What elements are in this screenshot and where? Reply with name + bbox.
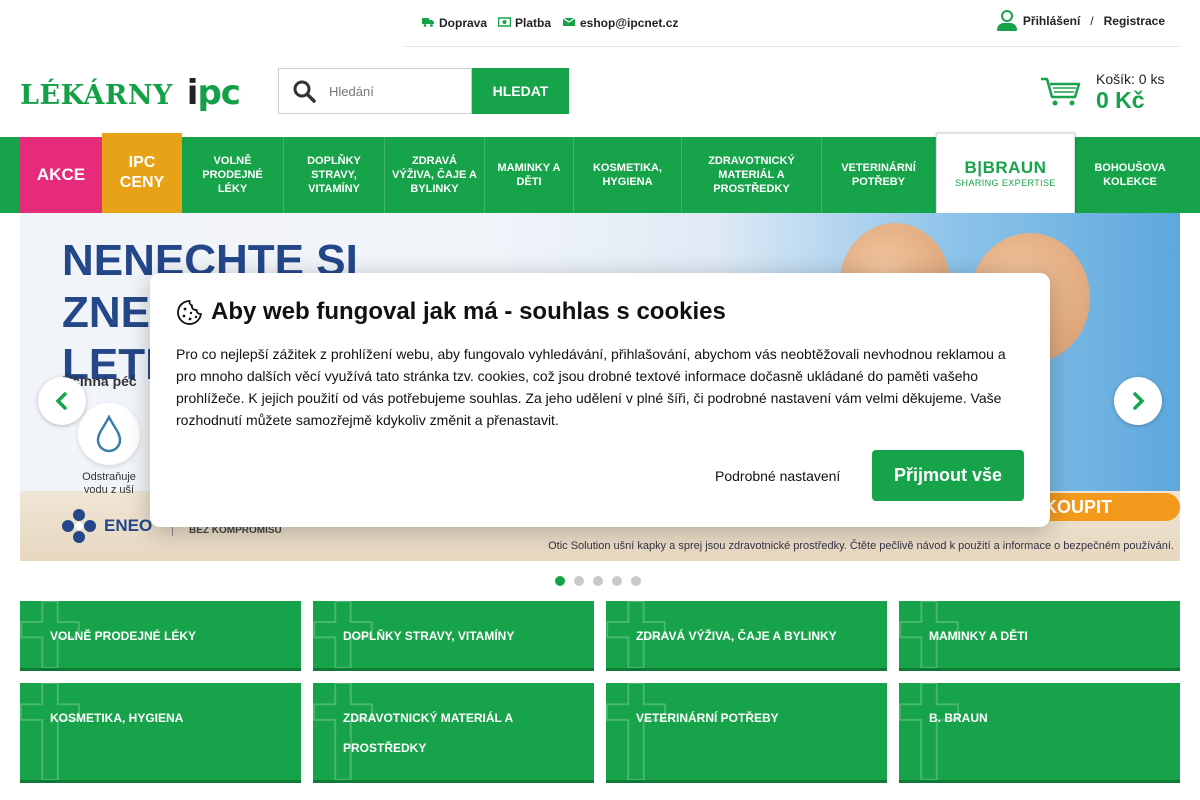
payment-link[interactable]: Platba xyxy=(497,16,552,30)
email-link[interactable]: eshop@ipcnet.cz xyxy=(562,16,679,30)
nav-item-bohousova[interactable]: BOHOUŠOVA KOLEKCE xyxy=(1075,137,1185,213)
logo-text: LÉKÁRNY xyxy=(20,80,173,111)
chevron-left-icon xyxy=(55,392,67,410)
category-tile-volne[interactable]: VOLNĚ PRODEJNÉ LÉKY xyxy=(20,601,301,671)
nav-item-kosmetika[interactable]: KOSMETIKA, HYGIENA xyxy=(574,137,682,213)
slider-dot[interactable] xyxy=(631,576,641,586)
top-links-bar: Doprava Platba eshop@ipcnet.cz Přihlášen… xyxy=(405,0,1180,47)
chevron-right-icon xyxy=(1133,392,1145,410)
banner-disclaimer: Otic Solution ušní kapky a sprej jsou zd… xyxy=(548,540,1174,552)
tile-label: DOPLŇKY STRAVY, VITAMÍNY xyxy=(343,629,515,643)
cart[interactable]: Košík: 0 ks 0 Kč xyxy=(1040,70,1180,115)
account-separator: / xyxy=(1090,14,1094,28)
slider-dot[interactable] xyxy=(593,576,603,586)
nav-item-doplnky[interactable]: DOPLŇKY STRAVY, VITAMÍNY xyxy=(284,137,385,213)
main-nav: AKCE IPC CENY VOLNĚ PRODEJNÉ LÉKY DOPLŇK… xyxy=(0,133,1200,217)
cart-count: Košík: 0 ks xyxy=(1096,71,1165,87)
slider-dot[interactable] xyxy=(555,576,565,586)
email-label: eshop@ipcnet.cz xyxy=(580,16,679,30)
tile-label: KOSMETIKA, HYGIENA xyxy=(50,711,184,725)
nav-item-veterinarni[interactable]: VETERINÁRNÍ POTŘEBY xyxy=(822,137,936,213)
slider-dots xyxy=(555,576,641,586)
nav-item-maminky[interactable]: MAMINKY A DĚTI xyxy=(485,137,574,213)
nav-item-braun[interactable]: B|BRAUN SHARING EXPERTISE xyxy=(936,133,1075,217)
slider-next-button[interactable] xyxy=(1114,377,1162,425)
search-icon xyxy=(279,69,329,113)
envelope-icon xyxy=(562,17,576,30)
water-drop-icon xyxy=(78,403,140,465)
tile-label: VOLNĚ PRODEJNÉ LÉKY xyxy=(50,629,197,643)
search-box xyxy=(278,68,472,114)
user-icon xyxy=(996,10,1017,32)
banknote-icon xyxy=(497,16,512,30)
cookie-dialog-text: Pro co nejlepší zážitek z prohlížení web… xyxy=(176,346,1006,428)
search-bar: HLEDAT xyxy=(278,68,569,114)
banner-buy-button[interactable]: KOUPIT xyxy=(1030,493,1180,521)
nav-item-zdravotnicky[interactable]: ZDRAVOTNICKÝ MATERIÁL A PROSTŘEDKY xyxy=(682,137,822,213)
eneo-logo: ENEO xyxy=(60,507,152,545)
tile-label: VETERINÁRNÍ POTŘEBY xyxy=(636,711,779,725)
cart-icon xyxy=(1040,76,1082,113)
cookie-icon xyxy=(177,299,202,325)
search-button[interactable]: HLEDAT xyxy=(472,68,569,114)
cookie-consent-dialog: Aby web fungoval jak má - souhlas s cook… xyxy=(150,273,1050,527)
login-link[interactable]: Přihlášení xyxy=(1023,14,1080,28)
account-links: Přihlášení / Registrace xyxy=(996,10,1165,32)
tile-label: B. BRAUN xyxy=(929,711,988,725)
truck-icon xyxy=(422,17,434,30)
nav-ipc-line1: IPC xyxy=(128,154,156,171)
nav-ipc-line2: CENY xyxy=(119,174,165,191)
slider-prev-button[interactable] xyxy=(38,377,86,425)
cookie-dialog-title: Aby web fungoval jak má - souhlas s cook… xyxy=(176,298,726,326)
category-tile-doplnky[interactable]: DOPLŇKY STRAVY, VITAMÍNY xyxy=(313,601,594,671)
category-tile-braun[interactable]: B. BRAUN xyxy=(899,683,1180,783)
slider-dot[interactable] xyxy=(612,576,622,586)
logo-ipc: ipc xyxy=(186,73,241,113)
nav-item-volne-prodejne[interactable]: VOLNĚ PRODEJNÉ LÉKY xyxy=(182,137,284,213)
nav-item-ipc-ceny[interactable]: IPC CENY xyxy=(102,133,182,213)
delivery-link[interactable]: Doprava xyxy=(422,16,487,30)
search-input[interactable] xyxy=(329,83,469,99)
category-tile-veterinarni[interactable]: VETERINÁRNÍ POTŘEBY xyxy=(606,683,887,783)
slider-dot[interactable] xyxy=(574,576,584,586)
category-tile-zdravotnicky[interactable]: ZDRAVOTNICKÝ MATERIÁL A PROSTŘEDKY xyxy=(313,683,594,783)
cart-total: 0 Kč xyxy=(1096,87,1145,113)
braun-logo-title: B|BRAUN xyxy=(964,157,1047,177)
category-tile-zdrava[interactable]: ZDRAVÁ VÝŽIVA, ČAJE A BYLINKY xyxy=(606,601,887,671)
site-logo[interactable]: LÉKÁRNY ipc xyxy=(20,73,241,113)
nav-item-akce[interactable]: AKCE xyxy=(20,137,102,213)
category-tile-kosmetika[interactable]: KOSMETIKA, HYGIENA xyxy=(20,683,301,783)
cookie-settings-link[interactable]: Podrobné nastavení xyxy=(715,468,840,484)
nav-item-zdrava-vyziva[interactable]: ZDRAVÁ VÝŽIVA, ČAJE A BYLINKY xyxy=(385,137,485,213)
eneo-flower-icon xyxy=(62,509,96,543)
register-link[interactable]: Registrace xyxy=(1104,14,1165,28)
tile-label: ZDRAVOTNICKÝ MATERIÁL A PROSTŘEDKY xyxy=(343,711,513,755)
tile-label: MAMINKY A DĚTI xyxy=(929,629,1028,643)
category-tile-maminky[interactable]: MAMINKY A DĚTI xyxy=(899,601,1180,671)
delivery-label: Doprava xyxy=(439,16,488,30)
cookie-accept-all-button[interactable]: Přijmout vše xyxy=(872,450,1024,501)
banner-feature-caption: Odstraňuje vodu z uší xyxy=(82,471,136,496)
braun-logo-subtitle: SHARING EXPERTISE xyxy=(955,177,1056,188)
tile-label: ZDRAVÁ VÝŽIVA, ČAJE A BYLINKY xyxy=(636,629,837,643)
payment-label: Platba xyxy=(515,16,552,30)
